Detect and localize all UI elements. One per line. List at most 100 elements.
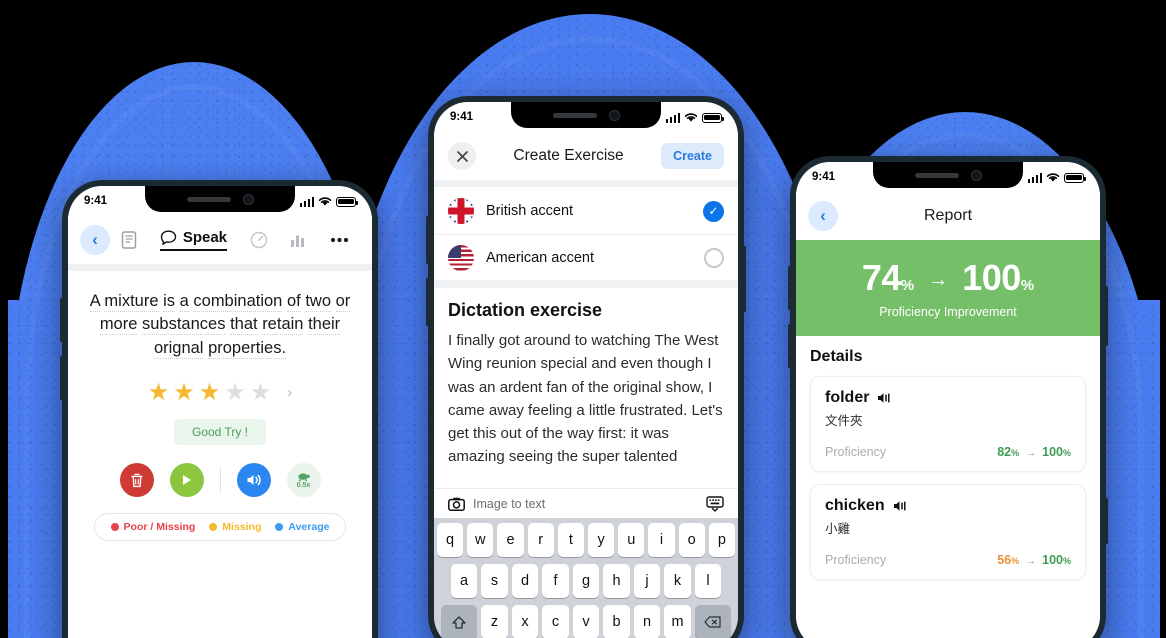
- card-from-value: 56: [997, 553, 1012, 567]
- hero-from-value: 74: [861, 257, 902, 298]
- key[interactable]: g: [572, 564, 600, 598]
- key[interactable]: r: [527, 523, 554, 557]
- key[interactable]: u: [618, 523, 645, 557]
- word[interactable]: two: [305, 292, 332, 312]
- word[interactable]: that: [230, 315, 258, 336]
- keyboard-row: a s d f g h j k l: [437, 564, 735, 598]
- key[interactable]: d: [511, 564, 539, 598]
- accent-options: British accent ✓ American accent: [434, 188, 738, 281]
- tab-speak[interactable]: Speak: [159, 229, 228, 251]
- key[interactable]: s: [481, 564, 508, 598]
- slow-playback-button[interactable]: 0.5x: [286, 463, 321, 498]
- document-icon[interactable]: [121, 231, 137, 249]
- bar-chart-icon[interactable]: [290, 233, 307, 248]
- back-button[interactable]: ‹: [80, 225, 110, 255]
- detail-card[interactable]: folder 文件夾 Proficiency 82% → 100%: [810, 376, 1086, 472]
- notch: [511, 102, 661, 128]
- arrow-right-icon: →: [1025, 447, 1037, 459]
- word[interactable]: combination: [193, 292, 283, 312]
- star-filled[interactable]: ★: [173, 378, 195, 407]
- delete-recording-button[interactable]: [119, 463, 154, 498]
- page-title: Report: [923, 207, 973, 224]
- word[interactable]: retain: [262, 315, 304, 336]
- key[interactable]: l: [694, 564, 722, 598]
- speak-toolbar: ‹ Speak: [68, 216, 372, 264]
- key[interactable]: k: [664, 564, 691, 598]
- key[interactable]: m: [664, 605, 691, 638]
- key[interactable]: w: [467, 523, 494, 557]
- wifi-icon: [684, 112, 698, 122]
- word[interactable]: of: [286, 292, 301, 312]
- header-divider: [434, 180, 738, 187]
- key[interactable]: n: [633, 605, 661, 638]
- key[interactable]: y: [588, 523, 615, 557]
- word[interactable]: is: [163, 292, 176, 312]
- check-circle-icon[interactable]: ✓: [703, 200, 724, 222]
- battery-icon: [1064, 172, 1086, 183]
- image-to-text-button[interactable]: Image to text: [448, 497, 545, 511]
- notch: [873, 162, 1023, 188]
- earpiece-speaker: [552, 112, 597, 118]
- word[interactable]: more: [99, 315, 138, 336]
- key[interactable]: e: [497, 523, 524, 557]
- key[interactable]: z: [481, 605, 508, 638]
- key[interactable]: q: [436, 523, 464, 557]
- key[interactable]: i: [648, 523, 675, 557]
- key[interactable]: a: [450, 564, 478, 598]
- key[interactable]: j: [633, 564, 661, 598]
- word[interactable]: orignal: [153, 338, 204, 359]
- more-horizontal-icon[interactable]: [330, 237, 349, 243]
- word[interactable]: substances: [142, 315, 226, 336]
- word[interactable]: mixture: [104, 292, 159, 312]
- card-to-unit: %: [1062, 448, 1071, 458]
- keyboard-dismiss-icon[interactable]: [706, 495, 724, 512]
- key[interactable]: t: [557, 523, 584, 557]
- card-translation: 文件夾: [825, 414, 863, 428]
- accent-option-british[interactable]: British accent ✓: [434, 188, 738, 234]
- arrow-right-icon: →: [928, 269, 949, 291]
- accent-label: American accent: [486, 250, 594, 266]
- key[interactable]: o: [678, 523, 705, 557]
- legend-dot: [110, 523, 119, 532]
- star-empty[interactable]: ★: [224, 378, 246, 407]
- star-empty[interactable]: ★: [250, 378, 272, 407]
- volume-icon[interactable]: [893, 500, 907, 512]
- key[interactable]: f: [542, 564, 569, 598]
- report-header: ‹ Report: [796, 192, 1100, 240]
- volume-icon[interactable]: [877, 392, 891, 404]
- close-button[interactable]: [448, 142, 476, 170]
- accent-option-american[interactable]: American accent: [434, 234, 738, 281]
- play-model-audio-button[interactable]: [236, 463, 271, 498]
- word[interactable]: properties.: [208, 338, 287, 359]
- word[interactable]: a: [179, 292, 189, 312]
- gauge-icon[interactable]: [250, 231, 268, 249]
- create-button[interactable]: Create: [661, 143, 724, 169]
- hero-label: Proficiency Improvement: [879, 305, 1017, 319]
- word[interactable]: their: [308, 315, 341, 336]
- legend-item-average: Average: [275, 521, 329, 533]
- word[interactable]: A: [89, 292, 100, 312]
- chevron-right-icon[interactable]: ›: [287, 384, 292, 401]
- key[interactable]: b: [603, 605, 630, 638]
- backspace-icon[interactable]: [694, 605, 731, 638]
- circle-outline-icon[interactable]: [704, 248, 724, 268]
- toolbar-divider: [68, 264, 372, 271]
- detail-card[interactable]: chicken 小雞 Proficiency 56% → 100%: [810, 484, 1086, 580]
- page-title: Create Exercise: [513, 147, 624, 164]
- star-filled[interactable]: ★: [199, 378, 221, 407]
- practice-sentence[interactable]: A mixture is a combination of two or mor…: [68, 264, 372, 360]
- key[interactable]: v: [572, 605, 600, 638]
- star-filled[interactable]: ★: [148, 378, 170, 407]
- star-rating[interactable]: ★ ★ ★ ★ ★ ›: [68, 378, 372, 407]
- play-recording-button[interactable]: [169, 463, 204, 498]
- shift-icon[interactable]: [441, 605, 478, 638]
- key[interactable]: c: [542, 605, 569, 638]
- dictation-text[interactable]: I finally got around to watching The Wes…: [448, 329, 724, 469]
- onscreen-keyboard[interactable]: q w e r t y u i o p a s d f g h j k l z …: [434, 518, 738, 638]
- key[interactable]: x: [511, 605, 539, 638]
- status-time: 9:41: [812, 171, 836, 183]
- key[interactable]: p: [708, 523, 736, 557]
- key[interactable]: h: [603, 564, 630, 598]
- word[interactable]: or: [335, 292, 351, 312]
- card-from-unit: %: [1011, 556, 1020, 566]
